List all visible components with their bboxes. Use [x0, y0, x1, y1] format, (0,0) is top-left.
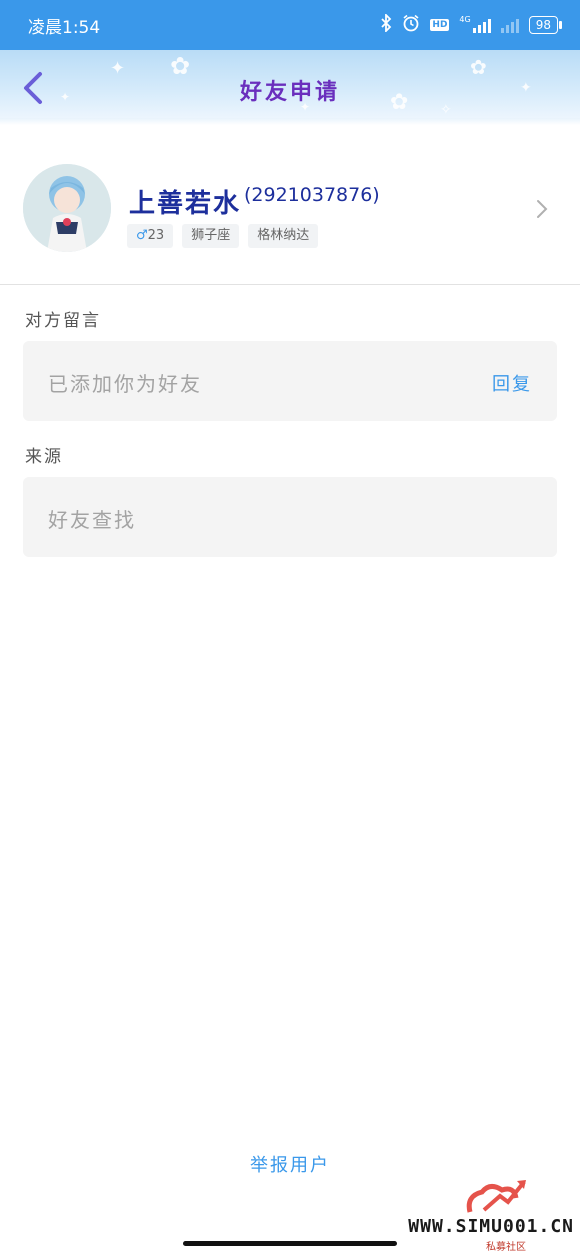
watermark-text: WWW.SIMU001.CN [408, 1216, 574, 1237]
header-banner: ✦ ✿ ✦ ✿ ✿ ✦ ✦ ✧ 好友申请 [0, 50, 580, 125]
divider [0, 284, 580, 285]
age-value: 23 [147, 228, 165, 243]
report-user-button[interactable]: 举报用户 [0, 1151, 580, 1177]
source-text: 好友查找 [48, 508, 136, 532]
page-title: 好友申请 [239, 80, 340, 105]
avatar[interactable] [23, 164, 111, 252]
battery-icon: 98 [528, 16, 563, 34]
source-label: 来源 [25, 447, 63, 467]
nickname: 上善若水 [129, 189, 242, 219]
header-edge [0, 118, 580, 125]
hd-icon: HD [430, 19, 450, 31]
male-icon: ♂ [136, 228, 148, 243]
status-icons: HD 4G 98 [380, 12, 563, 36]
bluetooth-icon [380, 12, 392, 36]
watermark: WWW.SIMU001.CN 私募社区 [404, 1176, 574, 1254]
signal-icon [472, 17, 491, 33]
location-tag: 格林纳达 [248, 224, 319, 248]
reply-button[interactable]: 回复 [492, 370, 532, 396]
message-text: 已添加你为好友 [48, 372, 202, 396]
watermark-logo-icon [466, 1180, 526, 1213]
message-box: 已添加你为好友 回复 [23, 341, 557, 421]
alarm-icon [402, 14, 420, 36]
signal-2-icon [500, 17, 519, 33]
profile-card[interactable]: 上善若水 (2921037876) ♂23 狮子座 格林纳达 [0, 126, 580, 284]
chevron-right-icon [537, 200, 548, 218]
qq-number: (2921037876) [244, 184, 380, 206]
source-box: 好友查找 [23, 477, 557, 557]
network-label: 4G [459, 14, 471, 24]
home-indicator[interactable] [183, 1241, 397, 1246]
watermark-sub: 私募社区 [486, 1242, 526, 1253]
status-time: 凌晨1:54 [28, 18, 101, 38]
status-bar: 凌晨1:54 HD 4G 98 [0, 0, 580, 50]
message-label: 对方留言 [25, 311, 101, 331]
zodiac-tag: 狮子座 [182, 224, 240, 248]
profile-tags: ♂23 狮子座 格林纳达 [127, 224, 319, 248]
gender-age-tag: ♂23 [127, 224, 174, 248]
